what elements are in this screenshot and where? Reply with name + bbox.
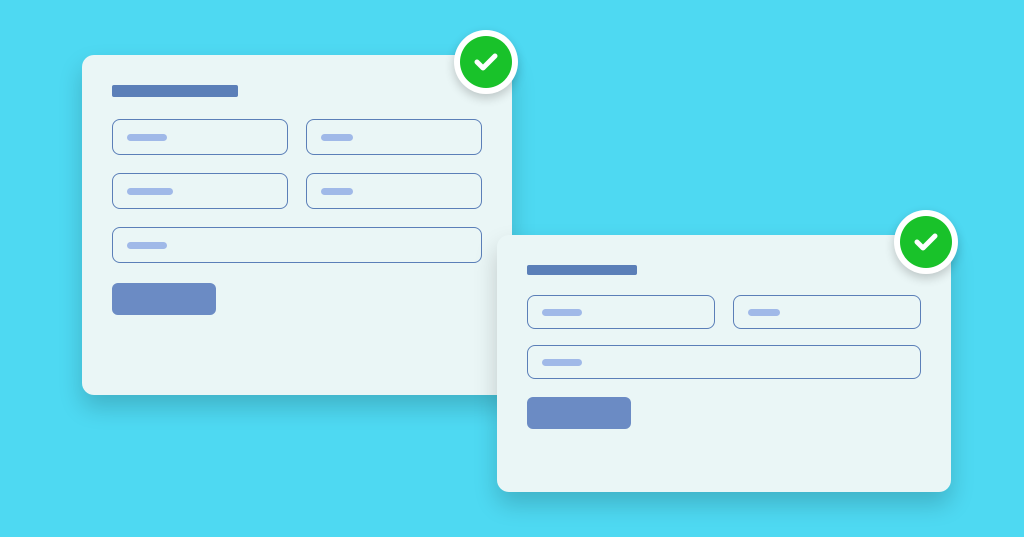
text-input[interactable] bbox=[112, 119, 288, 155]
success-badge bbox=[894, 210, 958, 274]
badge-circle bbox=[900, 216, 952, 268]
submit-button[interactable] bbox=[527, 397, 631, 429]
placeholder-content bbox=[321, 188, 353, 195]
checkmark-icon bbox=[471, 47, 501, 77]
submit-button[interactable] bbox=[112, 283, 216, 315]
placeholder-content bbox=[748, 309, 780, 316]
text-input[interactable] bbox=[306, 173, 482, 209]
placeholder-content bbox=[127, 188, 173, 195]
text-input[interactable] bbox=[527, 345, 921, 379]
checkmark-icon bbox=[911, 227, 941, 257]
text-input[interactable] bbox=[733, 295, 921, 329]
placeholder-content bbox=[127, 134, 167, 141]
placeholder-content bbox=[321, 134, 353, 141]
text-input[interactable] bbox=[306, 119, 482, 155]
success-badge bbox=[454, 30, 518, 94]
placeholder-content bbox=[127, 242, 167, 249]
form-heading bbox=[527, 265, 637, 275]
form-card-b bbox=[497, 235, 951, 492]
text-input[interactable] bbox=[527, 295, 715, 329]
placeholder-content bbox=[542, 359, 582, 366]
field-row bbox=[527, 345, 921, 379]
field-row bbox=[527, 295, 921, 329]
badge-circle bbox=[460, 36, 512, 88]
text-input[interactable] bbox=[112, 173, 288, 209]
placeholder-content bbox=[542, 309, 582, 316]
field-row bbox=[112, 173, 482, 209]
form-card-a bbox=[82, 55, 512, 395]
field-row bbox=[112, 227, 482, 263]
text-input[interactable] bbox=[112, 227, 482, 263]
field-row bbox=[112, 119, 482, 155]
form-heading bbox=[112, 85, 238, 97]
